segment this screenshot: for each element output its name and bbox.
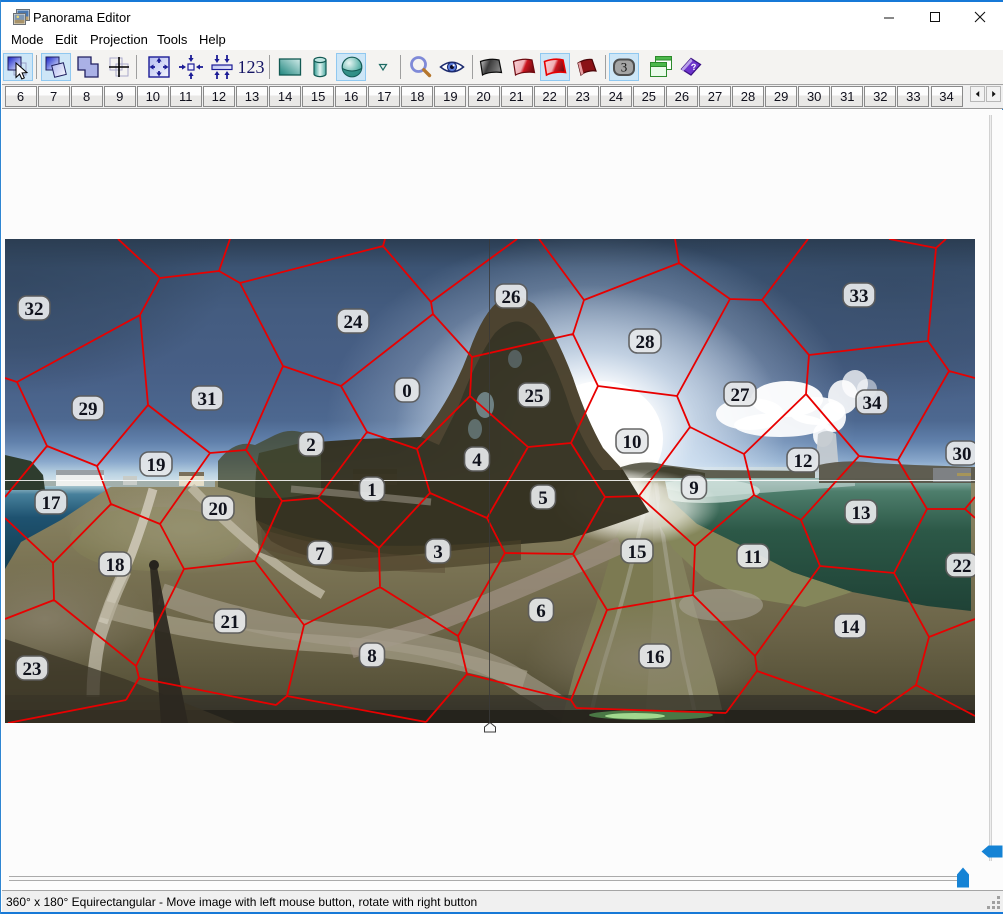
svg-text:20: 20: [209, 499, 228, 520]
svg-text:7: 7: [315, 544, 325, 565]
svg-text:24: 24: [344, 312, 364, 333]
svg-text:123: 123: [238, 57, 264, 77]
svg-text:5: 5: [538, 488, 548, 509]
svg-text:16: 16: [646, 647, 665, 668]
svg-text:13: 13: [852, 503, 871, 524]
svg-text:14: 14: [841, 617, 861, 638]
svg-text:27: 27: [731, 385, 751, 406]
svg-text:34: 34: [863, 393, 883, 414]
svg-text:26: 26: [502, 287, 521, 308]
svg-text:15: 15: [628, 542, 647, 563]
svg-text:22: 22: [953, 556, 972, 577]
svg-text:4: 4: [472, 450, 482, 471]
svg-text:6: 6: [536, 601, 546, 622]
svg-text:17: 17: [42, 493, 62, 514]
svg-text:31: 31: [198, 389, 217, 410]
svg-text:9: 9: [689, 478, 699, 499]
svg-text:25: 25: [525, 386, 544, 407]
svg-text:29: 29: [79, 399, 98, 420]
svg-text:0: 0: [402, 381, 412, 402]
svg-text:3: 3: [433, 542, 443, 563]
svg-text:11: 11: [744, 547, 762, 568]
svg-text:12: 12: [794, 451, 813, 472]
svg-text:19: 19: [147, 455, 166, 476]
svg-text:32: 32: [25, 299, 44, 320]
svg-text:8: 8: [367, 646, 377, 667]
svg-text:2: 2: [306, 435, 316, 456]
svg-text:1: 1: [367, 480, 377, 501]
svg-text:10: 10: [623, 432, 642, 453]
svg-text:21: 21: [221, 612, 240, 633]
svg-text:30: 30: [953, 444, 972, 465]
svg-text:28: 28: [636, 332, 655, 353]
svg-text:18: 18: [106, 555, 125, 576]
svg-text:23: 23: [23, 659, 42, 680]
svg-text:3: 3: [621, 60, 628, 75]
svg-text:33: 33: [850, 286, 869, 307]
